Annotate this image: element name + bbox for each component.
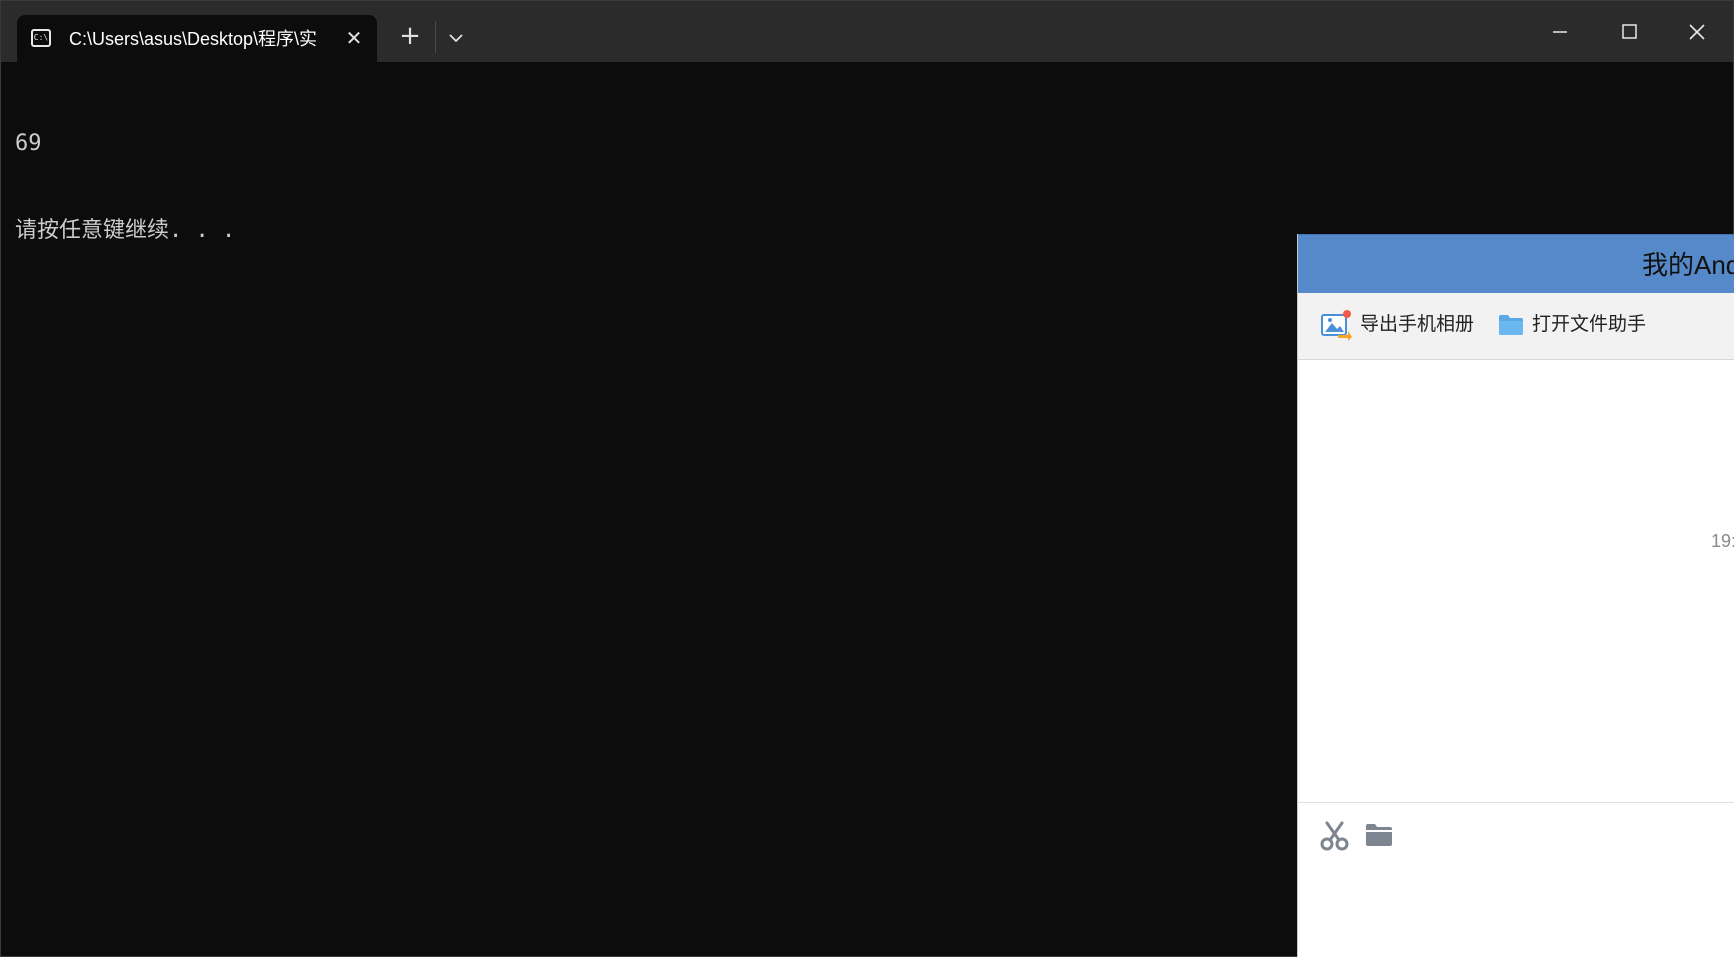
- new-tab-button[interactable]: +: [395, 21, 425, 51]
- desktop: C:\ C:\Users\asus\Desktop\程序\实 ✕ + 69 请按…: [0, 0, 1734, 957]
- tab-title: C:\Users\asus\Desktop\程序\实: [69, 29, 318, 49]
- console-line: 请按任意键继续. . .: [15, 218, 236, 243]
- title-bar: C:\ C:\Users\asus\Desktop\程序\实 ✕ +: [1, 1, 1733, 62]
- minimize-button[interactable]: [1536, 11, 1584, 53]
- close-window-button[interactable]: [1673, 11, 1721, 53]
- input-divider: [1298, 802, 1734, 803]
- chat-toolbar: 导出手机相册 打开文件助手: [1298, 293, 1734, 360]
- export-album-label: 导出手机相册: [1360, 314, 1475, 335]
- export-album-button[interactable]: 导出手机相册: [1320, 308, 1474, 342]
- open-file-assistant-label: 打开文件助手: [1532, 314, 1647, 335]
- folder-icon: [1499, 315, 1523, 335]
- close-tab-icon[interactable]: ✕: [341, 25, 367, 51]
- terminal-tab[interactable]: C:\ C:\Users\asus\Desktop\程序\实 ✕: [17, 15, 377, 62]
- cmd-icon: C:\: [31, 29, 51, 47]
- folder-icon[interactable]: [1362, 818, 1396, 852]
- open-file-assistant-button[interactable]: 打开文件助手: [1498, 308, 1646, 342]
- chevron-down-icon[interactable]: [441, 23, 471, 53]
- scissors-icon[interactable]: [1318, 818, 1352, 852]
- chat-title: 我的Android: [1642, 250, 1734, 280]
- chat-header: 我的Android: [1298, 234, 1734, 293]
- export-photo-icon: [1321, 310, 1352, 341]
- tab-divider: [435, 21, 436, 53]
- chat-window: 我的Android 导出手机相册 打开文件助手: [1297, 234, 1734, 957]
- maximize-button[interactable]: [1605, 11, 1653, 53]
- console-line: 69: [15, 131, 42, 156]
- console-output[interactable]: 69 请按任意键继续. . .: [15, 71, 235, 303]
- message-timestamp: 19:: [1711, 531, 1734, 551]
